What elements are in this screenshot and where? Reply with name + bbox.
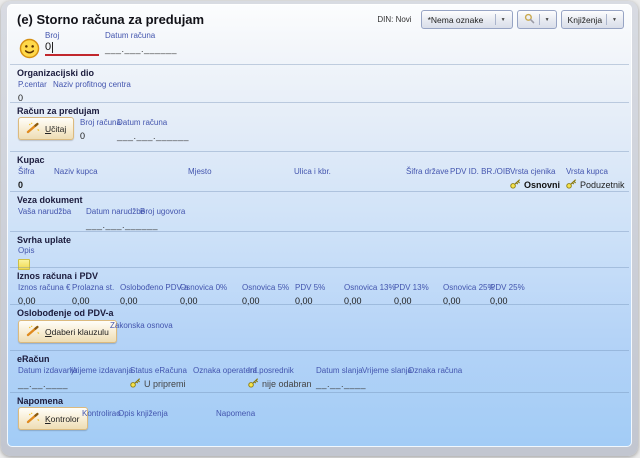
kupac-mjesto-field[interactable]: Mjesto <box>188 167 212 176</box>
section-napomena: Napomena Kontrolor Kontrolirao Opis knji… <box>10 392 629 442</box>
chevron-down-icon[interactable]: ▼ <box>539 14 550 25</box>
section-eracun: eRačun Datum izdavanja __.__.____ Vrijem… <box>10 350 629 392</box>
section-title: eRačun <box>17 354 629 364</box>
prolazna-st-field[interactable]: Prolazna st.0,00 <box>72 283 114 306</box>
datum-racuna-predujam-placeholder[interactable]: ___.___.______ <box>117 131 189 141</box>
section-oslobodjenje-od-pdva: Oslobođenje od PDV-a Odaberi klauzulu Za… <box>10 304 629 350</box>
section-title: Oslobođenje od PDV-a <box>17 308 629 318</box>
required-field-underline <box>45 54 99 56</box>
form-storno-racuna: (e) Storno računa za predujam DIN: Novi … <box>7 4 632 447</box>
broj-label: Broj <box>45 31 99 40</box>
chevron-down-icon[interactable]: ▼ <box>495 14 506 25</box>
pdv-5-field[interactable]: PDV 5%0,00 <box>295 283 325 306</box>
section-iznos-racuna-i-pdv: Iznos računa i PDV Iznos računa €0,00 Pr… <box>10 267 629 304</box>
broj-racuna-field[interactable]: Broj računa 0 <box>80 118 121 141</box>
key-icon <box>510 179 521 191</box>
naziv-profitnog-centra-field[interactable]: Naziv profitnog centra <box>53 80 131 89</box>
key-icon <box>130 378 141 390</box>
iznos-racuna-field[interactable]: Iznos računa €0,00 <box>18 283 70 306</box>
inf-posrednik-field[interactable]: Inf.posrednik nije odabran <box>248 366 312 390</box>
kupac-ulica-field[interactable]: Ulica i kbr. <box>294 167 331 176</box>
napomena-label: Napomena <box>216 409 255 418</box>
napomena-field[interactable]: Napomena <box>216 409 255 418</box>
section-organizacijski-dio: Organizacijski dio P.centar 0 Naziv prof… <box>10 64 629 102</box>
kontrolirao-label: Kontrolirao <box>82 409 121 418</box>
oslobodjeno-pdva-field[interactable]: Oslobođeno PDV-a0,00 <box>120 283 189 306</box>
broj-field[interactable]: Broj 0 <box>45 31 99 56</box>
key-icon <box>248 378 259 390</box>
text-caret <box>52 42 53 53</box>
section-title: Veza dokument <box>17 195 629 205</box>
wand-icon <box>26 412 40 426</box>
wand-icon <box>26 325 40 339</box>
status-eracuna-field[interactable]: Status eRačuna U pripremi <box>130 366 187 390</box>
kupac-sifra-drzave-field[interactable]: Šifra države <box>406 167 449 176</box>
kupac-sifra-field[interactable]: Šifra 0 <box>18 167 34 190</box>
search-icon <box>524 13 535 26</box>
section-title: Organizacijski dio <box>17 68 629 78</box>
datum-racuna-label: Datum računa <box>105 31 177 40</box>
smiley-status-icon <box>19 38 40 64</box>
broj-racuna-value[interactable]: 0 <box>80 131 121 141</box>
datum-slanja-field[interactable]: Datum slanja __.__.____ <box>316 366 366 389</box>
vrijeme-slanja-field[interactable]: Vrijeme slanja <box>362 366 412 375</box>
opis-label: Opis <box>18 246 34 255</box>
opis-knjizenja-field[interactable]: Opis knjiženja <box>118 409 168 418</box>
osnovica-25-field[interactable]: Osnovica 25%0,00 <box>443 283 495 306</box>
datum-racuna-placeholder[interactable]: ___.___.______ <box>105 44 177 54</box>
osnovica-13-field[interactable]: Osnovica 13%0,00 <box>344 283 396 306</box>
broj-racuna-label: Broj računa <box>80 118 121 127</box>
knjizenja-button[interactable]: Knjiženja ▼ <box>561 10 624 29</box>
vrsta-kupca-field[interactable]: Vrsta kupca Poduzetnik <box>566 167 625 191</box>
odaberi-klauzulu-button[interactable]: Odaberi klauzulu <box>18 320 117 343</box>
key-icon <box>566 179 577 191</box>
datum-racuna-predujam-label: Datum računa <box>117 118 189 127</box>
section-title: Napomena <box>17 396 629 406</box>
knjizenja-button-label: Knjiženja <box>568 15 603 25</box>
section-title: Kupac <box>17 155 629 165</box>
datum-racuna-predujam-field[interactable]: Datum računa ___.___.______ <box>117 118 189 141</box>
datum-izdavanja-field[interactable]: Datum izdavanja __.__.____ <box>18 366 78 389</box>
din-status-label: DIN: Novi <box>377 15 411 24</box>
search-button[interactable]: ▼ <box>517 10 557 29</box>
kupac-pdv-id-field[interactable]: PDV ID. BR./OIB <box>450 167 510 176</box>
vrsta-cjenika-field[interactable]: Vrsta cjenika Osnovni <box>510 167 560 191</box>
oznaka-racuna-field[interactable]: Oznaka računa <box>408 366 462 375</box>
opis-knjizenja-label: Opis knjiženja <box>118 409 168 418</box>
osnovica-0-field[interactable]: Osnovica 0%0,00 <box>180 283 227 306</box>
pdv-25-field[interactable]: PDV 25%0,00 <box>490 283 525 306</box>
section-svrha-uplate: Svrha uplate Opis <box>10 231 629 267</box>
form-header: (e) Storno računa za predujam DIN: Novi … <box>7 4 632 64</box>
pcentar-field[interactable]: P.centar 0 <box>18 80 47 103</box>
toolbar: DIN: Novi *Nema oznake ▼ ▼ Knjiženja ▼ <box>377 10 624 29</box>
section-veza-dokument: Veza dokument Vaša narudžba Datum narudž… <box>10 191 629 231</box>
pdv-13-field[interactable]: PDV 13%0,00 <box>394 283 429 306</box>
section-racun-za-predujam: Račun za predujam Učitaj Broj računa 0 D… <box>10 102 629 151</box>
oznaka-dropdown[interactable]: *Nema oznake ▼ <box>421 10 513 29</box>
zakonska-osnova-field[interactable]: Zakonska osnova <box>110 321 173 330</box>
ucitaj-button[interactable]: Učitaj <box>18 117 74 140</box>
app-window: (e) Storno računa za predujam DIN: Novi … <box>1 1 638 456</box>
vrijeme-izdavanja-field[interactable]: Vrijeme izdavanja <box>70 366 133 375</box>
naziv-profitnog-centra-label: Naziv profitnog centra <box>53 80 131 89</box>
section-title: Svrha uplate <box>17 235 629 245</box>
oznaka-dropdown-value: *Nema oznake <box>428 15 484 25</box>
kupac-naziv-field[interactable]: Naziv kupca <box>54 167 98 176</box>
kontrolor-button[interactable]: Kontrolor <box>18 407 88 430</box>
wand-icon <box>26 122 40 136</box>
datum-racuna-field[interactable]: Datum računa ___.___.______ <box>105 31 177 54</box>
vasa-narudzba-field[interactable]: Vaša narudžba <box>18 207 71 216</box>
kontrolirao-field[interactable]: Kontrolirao <box>82 409 121 418</box>
broj-value[interactable]: 0 <box>45 41 51 53</box>
osnovica-5-field[interactable]: Osnovica 5%0,00 <box>242 283 289 306</box>
page-title: (e) Storno računa za predujam <box>17 12 204 27</box>
pcentar-label: P.centar <box>18 80 47 89</box>
section-title: Iznos računa i PDV <box>17 271 629 281</box>
chevron-down-icon[interactable]: ▼ <box>606 14 617 25</box>
section-title: Račun za predujam <box>17 106 629 116</box>
section-kupac: Kupac Šifra 0 Naziv kupca Mjesto Ulica i… <box>10 151 629 191</box>
broj-ugovora-field[interactable]: Broj ugovora <box>140 207 185 216</box>
zakonska-osnova-label: Zakonska osnova <box>110 321 173 330</box>
